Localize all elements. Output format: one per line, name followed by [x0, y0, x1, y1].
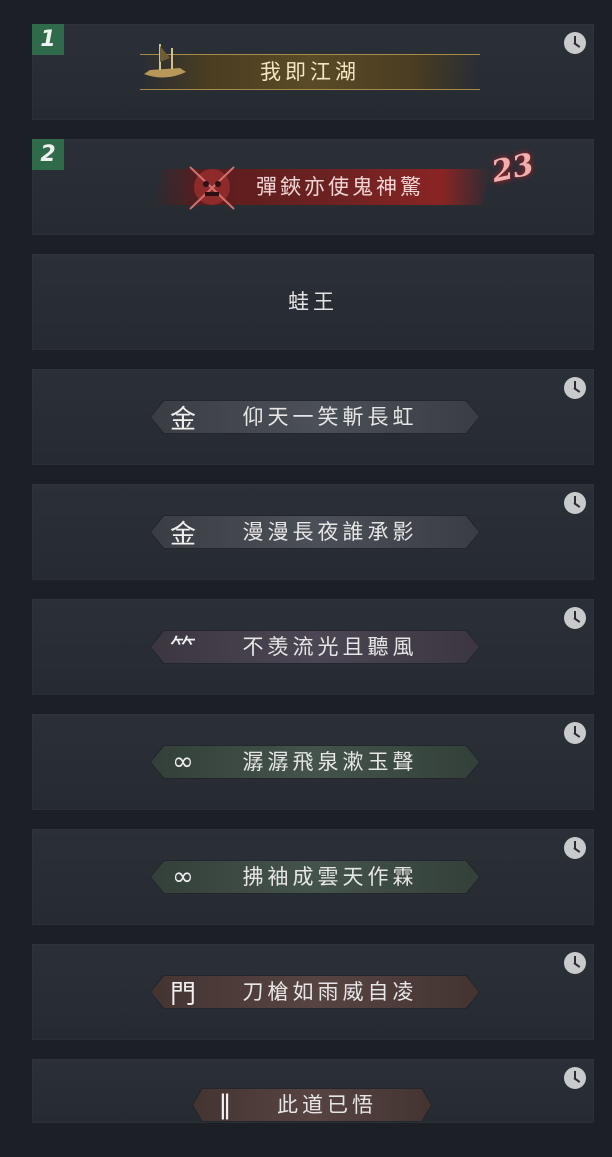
clock-icon[interactable]	[564, 722, 586, 744]
rank-badge: 1	[32, 24, 64, 55]
title-banner: ∞ 潺潺飛泉漱玉聲	[150, 745, 480, 779]
title-banner: ⾦ 仰天一笑斬長虹	[150, 400, 480, 434]
title-label: 拂袖成雲天作霖	[242, 865, 418, 889]
title-card-4[interactable]: ⾦ 仰天一笑斬長虹	[32, 369, 594, 465]
title-card-2[interactable]: 2 彈鋏亦使鬼神驚 23	[32, 139, 594, 235]
title-card-3[interactable]: 蛙王	[32, 254, 594, 350]
clock-icon[interactable]	[564, 607, 586, 629]
title-card-9[interactable]: ⾨ 刀槍如雨威自凌	[32, 944, 594, 1040]
title-label: 此道已悟	[277, 1093, 377, 1117]
clock-icon[interactable]	[564, 377, 586, 399]
clock-icon[interactable]	[564, 1067, 586, 1089]
title-card-6[interactable]: ⺮ 不羡流光且聽風	[32, 599, 594, 695]
title-card-5[interactable]: ⾦ 漫漫長夜誰承影	[32, 484, 594, 580]
title-banner: ⾦ 漫漫長夜誰承影	[150, 515, 480, 549]
title-card-7[interactable]: ∞ 潺潺飛泉漱玉聲	[32, 714, 594, 810]
title-label: 刀槍如雨威自凌	[242, 980, 418, 1004]
clock-icon[interactable]	[564, 952, 586, 974]
title-label: 不羡流光且聽風	[242, 635, 418, 659]
rank-badge: 2	[32, 139, 64, 170]
title-label: 蛙王	[288, 290, 338, 314]
clock-icon[interactable]	[564, 32, 586, 54]
title-banner: ⾨ 刀槍如雨威自凌	[150, 975, 480, 1009]
title-card-8[interactable]: ∞ 拂袖成雲天作霖	[32, 829, 594, 925]
clock-icon[interactable]	[564, 837, 586, 859]
title-label: 我即江湖	[260, 60, 360, 84]
title-card-1[interactable]: 1 我即江湖	[32, 24, 594, 120]
title-banner: ⺮ 不羡流光且聽風	[150, 630, 480, 664]
ship-icon	[144, 44, 186, 78]
title-card-10[interactable]: ‖ 此道已悟	[32, 1059, 594, 1123]
title-banner: ∞ 拂袖成雲天作霖	[150, 860, 480, 894]
clock-icon[interactable]	[564, 492, 586, 514]
title-label: 潺潺飛泉漱玉聲	[242, 750, 418, 774]
title-label: 仰天一笑斬長虹	[242, 405, 418, 429]
gold-title-banner: 我即江湖	[140, 54, 480, 90]
title-label: 漫漫長夜誰承影	[242, 520, 418, 544]
demon-mask-icon	[189, 166, 235, 210]
title-banner: ‖ 此道已悟	[192, 1088, 432, 1122]
kill-count: 23	[488, 147, 537, 190]
